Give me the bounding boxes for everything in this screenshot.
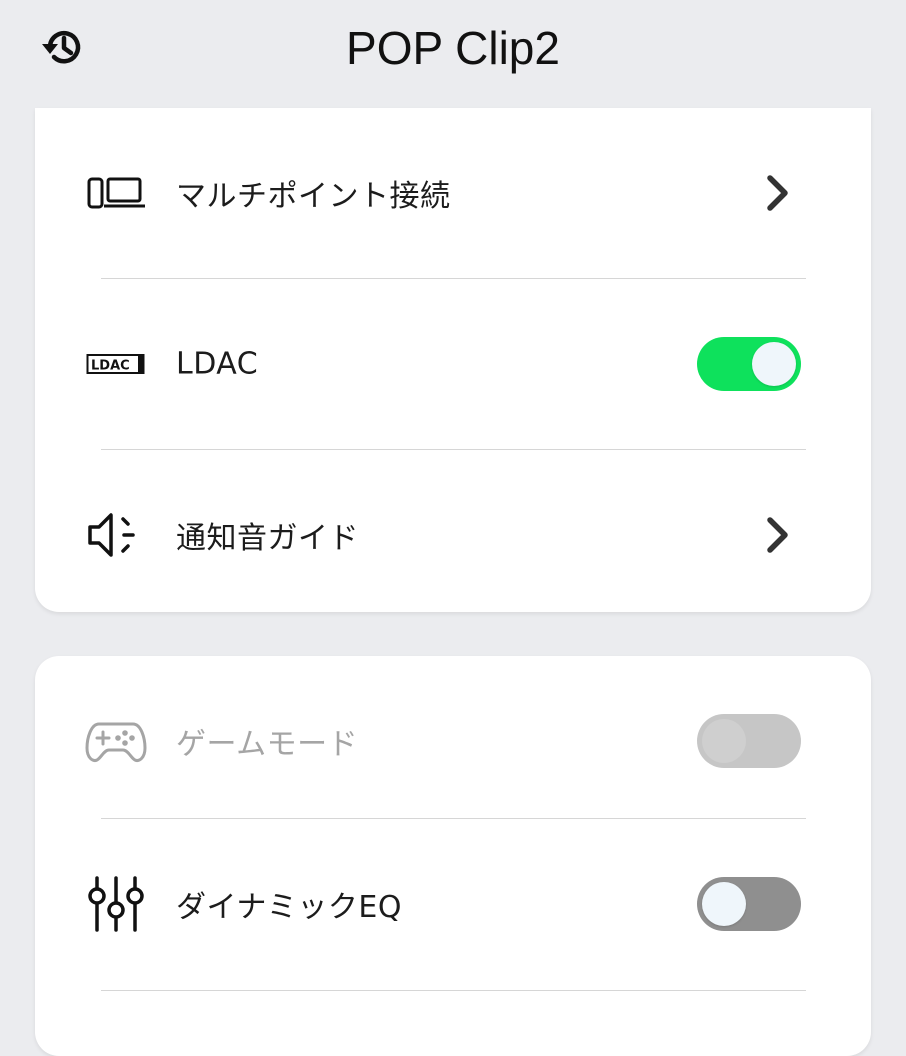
ldac-icon: LDAC (85, 333, 147, 395)
dynamic-eq-toggle[interactable] (697, 877, 801, 931)
page-title: POP Clip2 (346, 22, 560, 74)
speaker-notification-icon (85, 504, 147, 566)
app-header: POP Clip2 (0, 0, 906, 100)
game-mode-toggle[interactable] (697, 714, 801, 768)
multipoint-connection-label: マルチポイント接続 (176, 179, 451, 214)
settings-card-connection: マルチポイント接続 LDAC LDAC 通知音ガイド (35, 108, 871, 612)
svg-text:LDAC: LDAC (91, 359, 130, 374)
multipoint-connection-row[interactable]: マルチポイント接続 (35, 108, 871, 278)
settings-card-audio: ゲームモード ダイナミックEQ (35, 656, 871, 1056)
game-mode-label: ゲームモード (176, 727, 359, 762)
ldac-toggle[interactable] (697, 337, 801, 391)
equalizer-sliders-icon (85, 873, 147, 935)
multipoint-devices-icon (85, 162, 147, 224)
notification-sound-guide-label: 通知音ガイド (176, 521, 359, 556)
toggle-knob (702, 882, 746, 926)
divider (101, 990, 806, 991)
ldac-label: LDAC (176, 346, 259, 382)
chevron-right-icon (757, 171, 797, 215)
notification-sound-guide-row[interactable]: 通知音ガイド (35, 450, 871, 620)
gamepad-icon (85, 710, 147, 772)
dynamic-eq-label: ダイナミックEQ (176, 890, 402, 925)
game-mode-row: ゲームモード (35, 656, 871, 826)
toggle-knob (702, 719, 746, 763)
toggle-knob (752, 342, 796, 386)
dynamic-eq-row: ダイナミックEQ (35, 819, 871, 989)
chevron-right-icon (757, 513, 797, 557)
ldac-row: LDAC LDAC (35, 279, 871, 449)
